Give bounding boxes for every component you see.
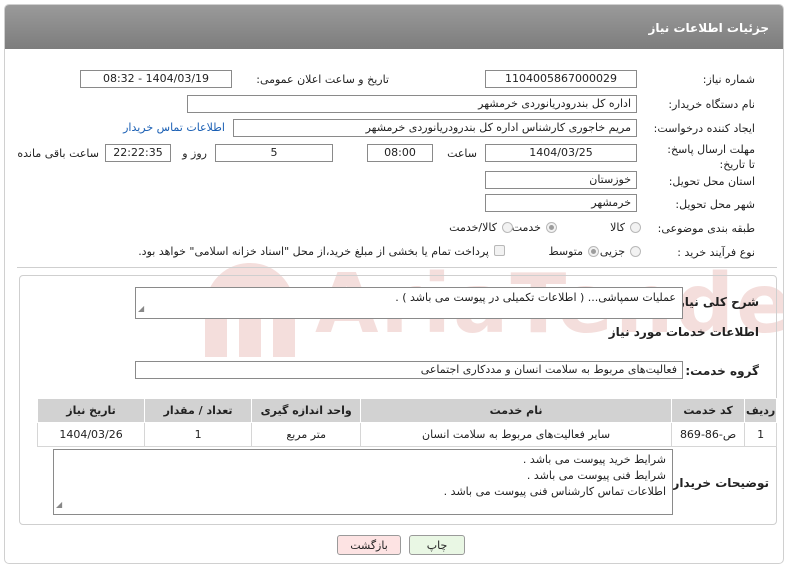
resize-grip-icon[interactable]: ◢ bbox=[138, 301, 144, 317]
summary-textarea[interactable]: عملیات سمپاشی... ( اطلاعات تکمیلی در پیو… bbox=[135, 287, 683, 319]
section-divider bbox=[17, 267, 777, 268]
creator-label: ایجاد کننده درخواست: bbox=[653, 122, 755, 135]
process-radio-minor[interactable] bbox=[630, 246, 641, 257]
service-group-field: فعالیت‌های مربوط به سلامت انسان و مددکار… bbox=[135, 361, 683, 379]
process-radio-medium[interactable] bbox=[588, 246, 599, 257]
page-title: جزئیات اطلاعات نیاز bbox=[648, 21, 769, 35]
deadline-time-field: 08:00 bbox=[367, 144, 433, 162]
services-section-title: اطلاعات خدمات مورد نیاز bbox=[608, 325, 759, 339]
col-unit: واحد اندازه گیری bbox=[251, 398, 362, 423]
cell-row-number: 1 bbox=[744, 422, 777, 447]
buyer-notes-line: شرایط فنی پیوست می باشد . bbox=[526, 469, 666, 482]
table-row: 1 ص-86-869 سایر فعالیت‌های مربوط به سلام… bbox=[36, 422, 777, 447]
details-frame: جزئیات اطلاعات نیاز AriaTender.net شماره… bbox=[4, 4, 784, 564]
category-label: طبقه بندی موضوعی: bbox=[657, 222, 755, 235]
category-radio-service[interactable] bbox=[546, 222, 557, 233]
back-button[interactable]: بازگشت bbox=[337, 535, 401, 555]
cell-service-code: ص-86-869 bbox=[670, 422, 746, 447]
category-option-service: خدمت bbox=[511, 221, 541, 234]
category-option-goods: کالا bbox=[610, 221, 625, 234]
services-table: ردیف کد خدمت نام خدمت واحد اندازه گیری ت… bbox=[36, 398, 777, 447]
print-button[interactable]: چاپ bbox=[409, 535, 465, 555]
deadline-date-field: 1404/03/25 bbox=[485, 144, 637, 162]
summary-text: عملیات سمپاشی... ( اطلاعات تکمیلی در پیو… bbox=[395, 291, 676, 304]
days-label: روز و bbox=[182, 147, 207, 160]
col-need-date: تاریخ نیاز bbox=[36, 398, 146, 423]
deadline-label: مهلت ارسال پاسخ: تا تاریخ: bbox=[667, 143, 755, 171]
announce-datetime-label: تاریخ و ساعت اعلان عمومی: bbox=[256, 73, 389, 86]
buyer-notes-textarea[interactable]: شرایط خرید پیوست می باشد . شرایط فنی پیو… bbox=[53, 449, 673, 515]
cell-unit: متر مربع bbox=[251, 422, 362, 447]
col-service-code: کد خدمت bbox=[670, 398, 746, 423]
treasury-payment-note: پرداخت تمام یا بخشی از مبلغ خرید،از محل … bbox=[138, 245, 489, 258]
province-label: استان محل تحویل: bbox=[668, 175, 755, 188]
buyer-org-field: اداره کل بندرودریانوردی خرمشهر bbox=[187, 95, 637, 113]
city-field: خرمشهر bbox=[485, 194, 637, 212]
service-group-label: گروه خدمت: bbox=[685, 364, 759, 378]
deadline-time-label: ساعت bbox=[447, 147, 477, 160]
buyer-contact-link[interactable]: اطلاعات تماس خریدار bbox=[123, 121, 225, 134]
buyer-notes-label: توضیحات خریدار: bbox=[667, 476, 769, 490]
province-field: خوزستان bbox=[485, 171, 637, 189]
page-header: جزئیات اطلاعات نیاز bbox=[5, 5, 783, 49]
remaining-time-label: ساعت باقی مانده bbox=[17, 147, 99, 160]
category-radio-goods-service[interactable] bbox=[502, 222, 513, 233]
remaining-time-field: 22:22:35 bbox=[105, 144, 171, 162]
cell-quantity: 1 bbox=[144, 422, 253, 447]
summary-label: شرح کلی نیاز: bbox=[673, 295, 759, 309]
col-quantity: تعداد / مقدار bbox=[144, 398, 253, 423]
cell-need-date: 1404/03/26 bbox=[36, 422, 146, 447]
need-number-field: 1104005867000029 bbox=[485, 70, 637, 88]
buyer-notes-line: اطلاعات تماس کارشناس فنی پیوست می باشد . bbox=[443, 485, 666, 498]
resize-grip-icon[interactable]: ◢ bbox=[56, 497, 62, 513]
buyer-notes-line: شرایط خرید پیوست می باشد . bbox=[522, 453, 666, 466]
category-radio-goods[interactable] bbox=[630, 222, 641, 233]
process-type-label: نوع فرآیند خرید : bbox=[677, 246, 755, 259]
buyer-org-label: نام دستگاه خریدار: bbox=[668, 98, 755, 111]
announce-datetime-field: 1404/03/19 - 08:32 bbox=[80, 70, 232, 88]
process-option-minor: جزیی bbox=[599, 245, 625, 258]
treasury-payment-checkbox[interactable] bbox=[494, 245, 505, 256]
col-row-number: ردیف bbox=[744, 398, 777, 423]
col-service-name: نام خدمت bbox=[360, 398, 672, 423]
cell-service-name: سایر فعالیت‌های مربوط به سلامت انسان bbox=[360, 422, 672, 447]
creator-field: مریم خاجوری کارشناس اداره کل بندرودریانو… bbox=[233, 119, 637, 137]
category-option-goods-service: کالا/خدمت bbox=[449, 221, 497, 234]
need-number-label: شماره نیاز: bbox=[702, 73, 755, 86]
process-option-medium: متوسط bbox=[548, 245, 583, 258]
city-label: شهر محل تحویل: bbox=[675, 198, 755, 211]
days-remaining-field: 5 bbox=[215, 144, 333, 162]
services-table-header: ردیف کد خدمت نام خدمت واحد اندازه گیری ت… bbox=[36, 398, 777, 423]
